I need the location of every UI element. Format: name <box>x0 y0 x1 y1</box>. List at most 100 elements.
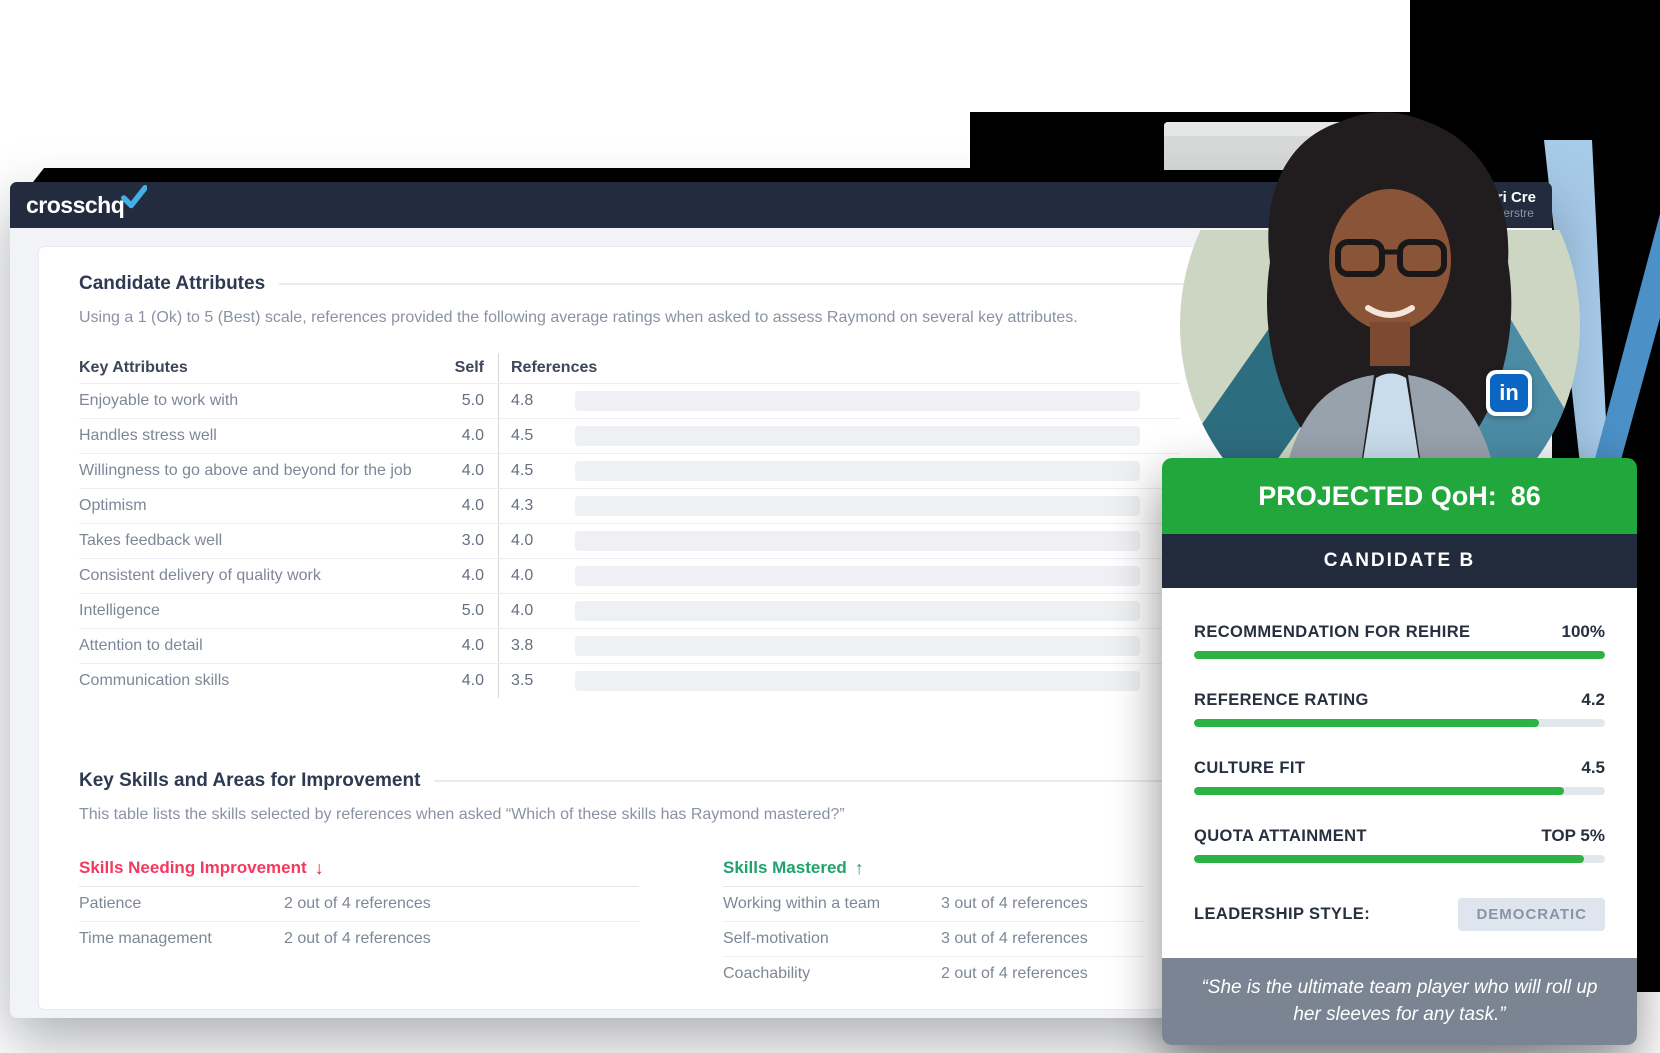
rating-bar-track <box>575 461 1140 481</box>
skill-row: Time management 2 out of 4 references <box>79 922 639 956</box>
column-header-attribute: Key Attributes <box>79 353 454 383</box>
attribute-row: Handles stress well 4.0 4.5 <box>79 418 1181 453</box>
leadership-style-label: LEADERSHIP STYLE: <box>1194 905 1370 924</box>
reference-rating: 4.0 <box>511 532 545 550</box>
rating-bar-track <box>575 391 1140 411</box>
attribute-row: Intelligence 5.0 4.0 <box>79 593 1181 628</box>
rating-bar-track <box>575 531 1140 551</box>
skill-reference-count: 2 out of 4 references <box>284 930 431 948</box>
skills-improvement-title: Skills Needing Improvement <box>79 858 307 878</box>
reference-rating-cell: 4.5 <box>498 419 1181 453</box>
column-header-references: References <box>511 359 597 377</box>
marketing-composite: crosschq Ari Cre Sitterstre C <box>0 0 1660 1053</box>
attribute-name: Communication skills <box>79 664 454 698</box>
skills-needing-improvement-table: Skills Needing Improvement ↓ Patience 2 … <box>79 850 639 991</box>
skill-row: Working within a team 3 out of 4 referen… <box>723 887 1143 922</box>
candidate-label-bar: CANDIDATE B <box>1162 534 1637 588</box>
rating-bar-track <box>575 496 1140 516</box>
self-rating: 4.0 <box>454 454 498 488</box>
attribute-name: Enjoyable to work with <box>79 384 454 418</box>
skill-name: Patience <box>79 895 284 913</box>
reference-rating-cell: 4.8 <box>498 384 1181 418</box>
candidate-stats: RECOMMENDATION FOR REHIRE 100% REFERENCE… <box>1162 588 1637 958</box>
stat-bar-track <box>1194 651 1605 659</box>
reference-rating: 4.5 <box>511 462 545 480</box>
reference-rating-cell: 4.0 <box>498 594 1181 628</box>
skill-reference-count: 3 out of 4 references <box>941 930 1088 948</box>
stat-label: RECOMMENDATION FOR REHIRE <box>1194 623 1470 642</box>
stat-row: RECOMMENDATION FOR REHIRE 100% <box>1194 622 1605 659</box>
attribute-row: Communication skills 4.0 3.5 <box>79 663 1181 698</box>
stat-row: CULTURE FIT 4.5 <box>1194 758 1605 795</box>
attribute-name: Willingness to go above and beyond for t… <box>79 454 454 488</box>
reference-rating: 3.8 <box>511 637 545 655</box>
stat-row: REFERENCE RATING 4.2 <box>1194 690 1605 727</box>
reference-rating-cell: 4.5 <box>498 454 1181 488</box>
attribute-name: Intelligence <box>79 594 454 628</box>
skill-row: Self-motivation 3 out of 4 references <box>723 922 1143 957</box>
linkedin-icon: in <box>1490 374 1528 412</box>
attribute-name: Consistent delivery of quality work <box>79 559 454 593</box>
stat-bar-track <box>1194 719 1605 727</box>
reference-rating-cell: 4.3 <box>498 489 1181 523</box>
attribute-name: Handles stress well <box>79 419 454 453</box>
attributes-table: Key Attributes Self References Enjoyable… <box>79 353 1181 698</box>
attributes-table-body: Enjoyable to work with 5.0 4.8 Handl <box>79 383 1181 698</box>
skill-name: Time management <box>79 930 284 948</box>
reference-rating-cell: 4.0 <box>498 559 1181 593</box>
reference-rating-cell: 4.0 <box>498 524 1181 558</box>
reference-rating: 3.5 <box>511 672 545 690</box>
skills-mastered-header: Skills Mastered ↑ <box>723 850 1143 887</box>
stat-bar-fill <box>1194 787 1564 795</box>
crosschq-logo: crosschq <box>26 192 147 219</box>
stat-bar-fill <box>1194 719 1539 727</box>
skill-reference-count: 2 out of 4 references <box>284 895 431 913</box>
up-arrow-icon: ↑ <box>855 858 864 879</box>
stat-label: QUOTA ATTAINMENT <box>1194 827 1367 846</box>
attribute-name: Takes feedback well <box>79 524 454 558</box>
projected-qoh-label: PROJECTED QoH: <box>1258 481 1497 512</box>
attribute-name: Optimism <box>79 489 454 523</box>
attribute-row: Optimism 4.0 4.3 <box>79 488 1181 523</box>
attribute-name: Attention to detail <box>79 629 454 663</box>
stat-value: TOP 5% <box>1541 826 1605 846</box>
rating-bar-track <box>575 566 1140 586</box>
skill-row: Patience 2 out of 4 references <box>79 887 639 922</box>
self-rating: 4.0 <box>454 559 498 593</box>
reference-rating: 4.0 <box>511 602 545 620</box>
skill-reference-count: 3 out of 4 references <box>941 895 1088 913</box>
attribute-row: Attention to detail 4.0 3.8 <box>79 628 1181 663</box>
stat-bar-fill <box>1194 855 1584 863</box>
stat-bar-fill <box>1194 651 1605 659</box>
skills-improvement-header: Skills Needing Improvement ↓ <box>79 850 639 887</box>
column-header-self: Self <box>454 353 498 383</box>
attribute-row: Willingness to go above and beyond for t… <box>79 453 1181 488</box>
stat-bar-track <box>1194 787 1605 795</box>
self-rating: 5.0 <box>454 594 498 628</box>
self-rating: 5.0 <box>454 384 498 418</box>
skill-name: Self-motivation <box>723 930 941 948</box>
linkedin-badge[interactable]: in <box>1486 370 1532 416</box>
self-rating: 4.0 <box>454 664 498 698</box>
rating-bar-track <box>575 601 1140 621</box>
section-title: Key Skills and Areas for Improvement <box>79 770 420 792</box>
reference-rating: 4.5 <box>511 427 545 445</box>
skill-row: Coachability 2 out of 4 references <box>723 957 1143 991</box>
self-rating: 4.0 <box>454 489 498 523</box>
leadership-style-value-pill: DEMOCRATIC <box>1458 898 1605 931</box>
reference-rating: 4.3 <box>511 497 545 515</box>
attribute-row: Takes feedback well 3.0 4.0 <box>79 523 1181 558</box>
rating-bar-track <box>575 426 1140 446</box>
stat-label: CULTURE FIT <box>1194 759 1305 778</box>
self-rating: 4.0 <box>454 629 498 663</box>
rating-bar-track <box>575 636 1140 656</box>
skill-name: Working within a team <box>723 895 941 913</box>
attribute-row: Enjoyable to work with 5.0 4.8 <box>79 383 1181 418</box>
logo-text: crosschq <box>26 192 124 219</box>
projected-qoh-header: PROJECTED QoH: 86 <box>1162 458 1637 534</box>
reference-rating-cell: 3.8 <box>498 629 1181 663</box>
stat-value: 4.5 <box>1581 758 1605 778</box>
self-rating: 4.0 <box>454 419 498 453</box>
rating-bar-track <box>575 671 1140 691</box>
attribute-row: Consistent delivery of quality work 4.0 … <box>79 558 1181 593</box>
